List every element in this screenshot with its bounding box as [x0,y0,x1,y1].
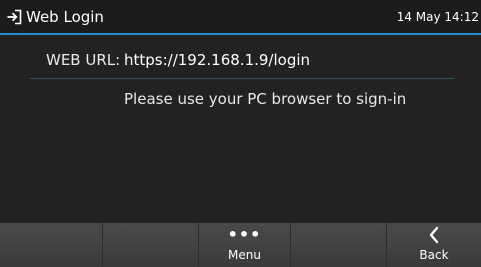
softkey-4[interactable] [291,223,387,267]
content-area: WEB URL: https://192.168.1.9/login Pleas… [0,35,481,223]
softkey-bar: ••• Menu Back [0,223,481,267]
menu-softkey[interactable]: ••• Menu [199,223,291,267]
web-url-label: WEB URL: [46,51,121,69]
page-title: Web Login [26,8,104,26]
login-arrow-icon [7,9,22,25]
web-url-row[interactable]: WEB URL: https://192.168.1.9/login [30,49,454,77]
back-softkey[interactable]: Back [387,223,481,267]
softkey-2[interactable] [103,223,199,267]
date-time: 14 May 14:12 [396,10,479,24]
title-bar: Web Login 14 May 14:12 [0,0,481,33]
web-url-value: https://192.168.1.9/login [124,51,311,69]
softkey-1[interactable] [0,223,103,267]
more-dots-icon: ••• [227,225,262,244]
row-divider [30,78,454,79]
menu-label: Menu [228,248,261,262]
phone-screen: Web Login 14 May 14:12 WEB URL: https://… [0,0,481,267]
chevron-left-icon [387,226,481,244]
sign-in-message: Please use your PC browser to sign-in [124,90,407,108]
back-label: Back [419,248,449,262]
